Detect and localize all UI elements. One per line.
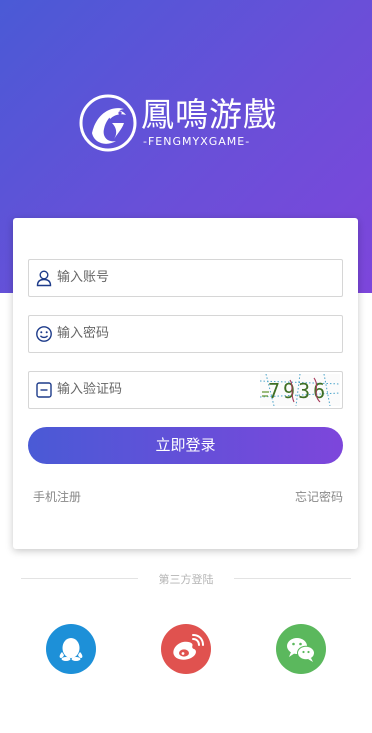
login-button[interactable]: 立即登录: [28, 427, 343, 464]
smile-icon: [36, 326, 52, 342]
phoenix-logo-icon: [79, 94, 137, 152]
wechat-icon: [287, 638, 315, 662]
brand-subtitle: -FENGMYXGAME-: [143, 135, 251, 148]
third-party-label: 第三方登陆: [158, 573, 214, 586]
account-input[interactable]: [57, 260, 337, 296]
weibo-icon: [173, 634, 204, 660]
captcha-text: 7936: [268, 379, 328, 403]
captcha-image[interactable]: 7936: [260, 374, 340, 406]
phone-register-link[interactable]: 手机注册: [33, 488, 81, 505]
minus-square-icon: [36, 382, 52, 398]
captcha-input[interactable]: [57, 372, 247, 408]
qq-login-button[interactable]: [46, 624, 96, 674]
qq-icon: [59, 638, 83, 661]
password-input[interactable]: [57, 316, 337, 352]
wechat-login-button[interactable]: [276, 624, 326, 674]
brand-title: 鳳鳴游戲: [141, 95, 277, 134]
login-card: 7936 立即登录 手机注册 忘记密码: [13, 218, 358, 549]
account-field[interactable]: [28, 259, 343, 297]
captcha-field[interactable]: 7936: [28, 371, 343, 409]
user-icon: [36, 270, 52, 287]
forgot-password-link[interactable]: 忘记密码: [295, 488, 343, 505]
password-field[interactable]: [28, 315, 343, 353]
brand-logo: 鳳鳴游戲 -FENGMYXGAME-: [78, 93, 294, 155]
weibo-login-button[interactable]: [161, 624, 211, 674]
